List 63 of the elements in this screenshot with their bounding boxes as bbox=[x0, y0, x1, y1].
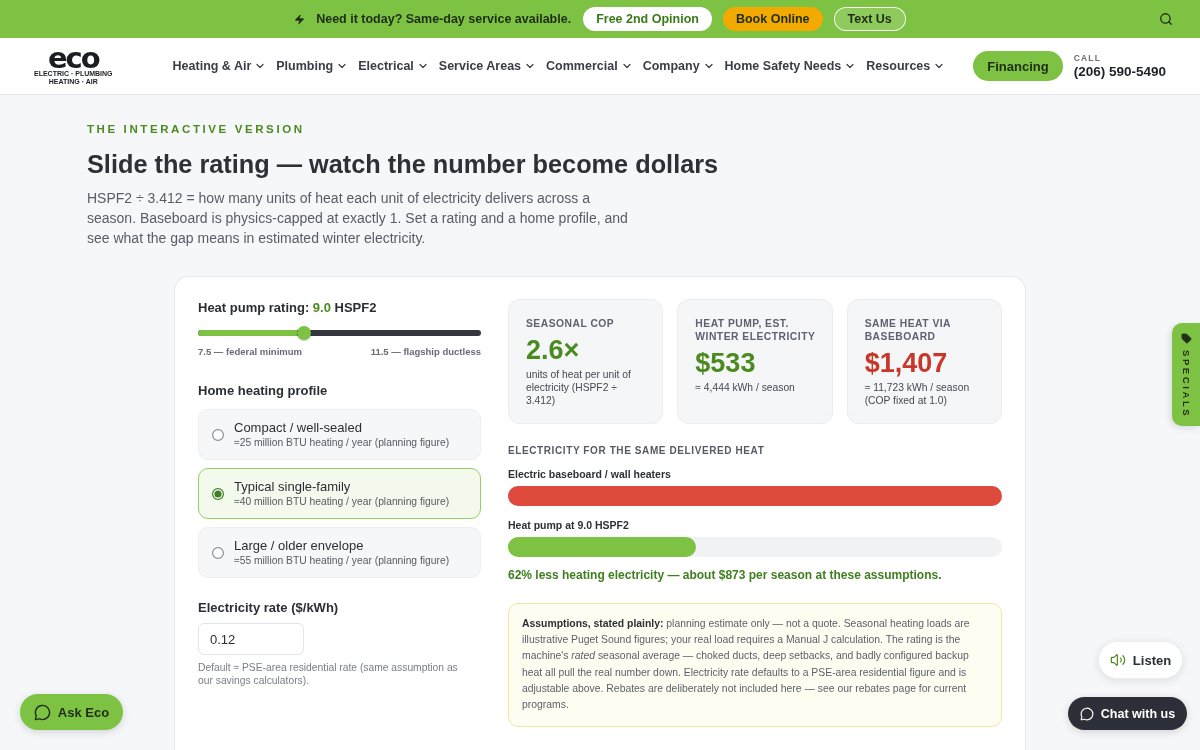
listen-button[interactable]: Listen bbox=[1098, 641, 1183, 679]
announcement-text: Need it today? Same-day service available. bbox=[316, 12, 572, 26]
promo-button[interactable]: Book Online bbox=[722, 7, 823, 31]
phone-link[interactable]: (206) 590-5490 bbox=[1073, 63, 1166, 80]
section-description: HSPF2 ÷ 3.412 = how many units of heat each unit of electricity delivers across a season. Baseboard is physics-capped at exactly 1. Set a rating and a home profile, and see what the gap means in estimated winter electricity. bbox=[87, 189, 629, 248]
nav-menu-item[interactable]: Heating & Air bbox=[172, 59, 267, 73]
slider-thumb[interactable] bbox=[297, 326, 312, 340]
option-detail: ≈25 million BTU heating / year (planning figure) bbox=[234, 436, 450, 449]
ask-assistant-button[interactable]: Ask Eco bbox=[20, 694, 123, 730]
option-detail: ≈40 million BTU heating / year (planning figure) bbox=[234, 495, 450, 508]
rate-label: Electricity rate ($/kWh) bbox=[198, 599, 340, 616]
bar-label: Electric baseboard / wall heaters bbox=[508, 468, 672, 481]
stat-note: units of heat per unit of electricity (HSPF2 ÷ 3.412) bbox=[526, 368, 632, 407]
section-eyebrow: THE INTERACTIVE VERSION bbox=[87, 122, 306, 136]
profile-option[interactable]: Compact / well-sealed ≈25 million BTU heating / year (planning figure) bbox=[198, 409, 481, 460]
stat-value: $1,407 bbox=[864, 347, 949, 379]
call-label: CALL bbox=[1073, 52, 1103, 64]
promo-button[interactable]: Free 2nd Opinion bbox=[583, 7, 712, 31]
tag-icon bbox=[1180, 333, 1192, 344]
nav-menu-item[interactable]: Plumbing bbox=[276, 59, 349, 73]
nav-menu-item[interactable]: Home Safety Needs bbox=[724, 59, 857, 73]
financing-button[interactable]: Financing bbox=[973, 51, 1063, 81]
option-title: Typical single-family bbox=[234, 479, 352, 495]
specials-tab[interactable]: SPECIALS bbox=[1172, 323, 1200, 426]
chat-button[interactable]: Chat with us bbox=[1068, 697, 1187, 730]
stat-note: ≈ 4,444 kWh / season bbox=[695, 381, 796, 394]
slider-min-label: 7.5 — federal minimum bbox=[198, 346, 302, 358]
stat-value: 2.6× bbox=[526, 334, 581, 366]
chat-bubble-icon bbox=[1079, 706, 1094, 721]
nav-menu-item[interactable]: Electrical bbox=[358, 59, 429, 73]
bar-label: Heat pump at 9.0 HSPF2 bbox=[508, 519, 630, 532]
profile-option[interactable]: Typical single-family ≈40 million BTU heating / year (planning figure) bbox=[198, 468, 481, 519]
stat-label: SAME HEAT VIA BASEBOARD bbox=[864, 317, 952, 343]
section-title: Slide the rating — watch the number become dollars bbox=[87, 149, 720, 180]
comparison-heading: ELECTRICITY FOR THE SAME DELIVERED HEAT bbox=[508, 444, 766, 457]
chat-bubble-icon bbox=[33, 703, 51, 721]
slider-max-label: 11.5 — flagship ductless bbox=[370, 346, 481, 358]
stat-value: $533 bbox=[695, 347, 757, 379]
radio-icon bbox=[212, 546, 224, 559]
nav-menu-item[interactable]: Company bbox=[642, 59, 715, 73]
promo-button[interactable]: Text Us bbox=[833, 7, 906, 31]
option-title: Compact / well-sealed bbox=[234, 420, 363, 436]
stat-note: ≈ 11,723 kWh / season (COP fixed at 1.0) bbox=[864, 381, 971, 407]
lightning-icon bbox=[294, 13, 306, 25]
nav-menu-item[interactable]: Resources bbox=[866, 59, 946, 73]
stat-label: HEAT PUMP, EST. WINTER ELECTRICITY bbox=[695, 317, 817, 343]
option-title: Large / older envelope bbox=[234, 538, 365, 554]
search-button[interactable] bbox=[1159, 12, 1173, 26]
search-icon bbox=[1159, 12, 1173, 26]
nav-menu-item[interactable]: Commercial bbox=[546, 59, 633, 73]
nav-menu-item[interactable]: Service Areas bbox=[438, 59, 537, 73]
assumptions-note: Assumptions, stated plainly: planning estimate only — not a quote. Seasonal heating loads are illustrative Puget Sound figures; your real load requires a Manual J calculation. The rating is the machine's rated seasonal average — choked ducts, deep setbacks, and badly configured backup heat all pull the real number down. Electricity rate defaults to a PSE-area residential figure and is adjustable above. Rebates are deliberately not included here — see our rebates page for current programs. bbox=[508, 603, 1002, 728]
rating-label: Heat pump rating: 9.0 HSPF2 bbox=[198, 299, 378, 316]
profile-heading: Home heating profile bbox=[198, 382, 329, 399]
radio-icon bbox=[212, 428, 224, 441]
profile-option[interactable]: Large / older envelope ≈55 million BTU heating / year (planning figure) bbox=[198, 527, 481, 578]
speaker-icon bbox=[1109, 652, 1126, 668]
stat-label: SEASONAL COP bbox=[526, 317, 616, 330]
savings-summary: 62% less heating electricity — about $873 per season at these assumptions. bbox=[508, 568, 943, 583]
radio-icon bbox=[212, 487, 224, 500]
rate-input[interactable]: 0.12 bbox=[198, 623, 304, 655]
rate-help-text: Default ≈ PSE-area residential rate (same assumption as our savings calculators). bbox=[198, 661, 459, 687]
option-detail: ≈55 million BTU heating / year (planning figure) bbox=[234, 554, 450, 567]
